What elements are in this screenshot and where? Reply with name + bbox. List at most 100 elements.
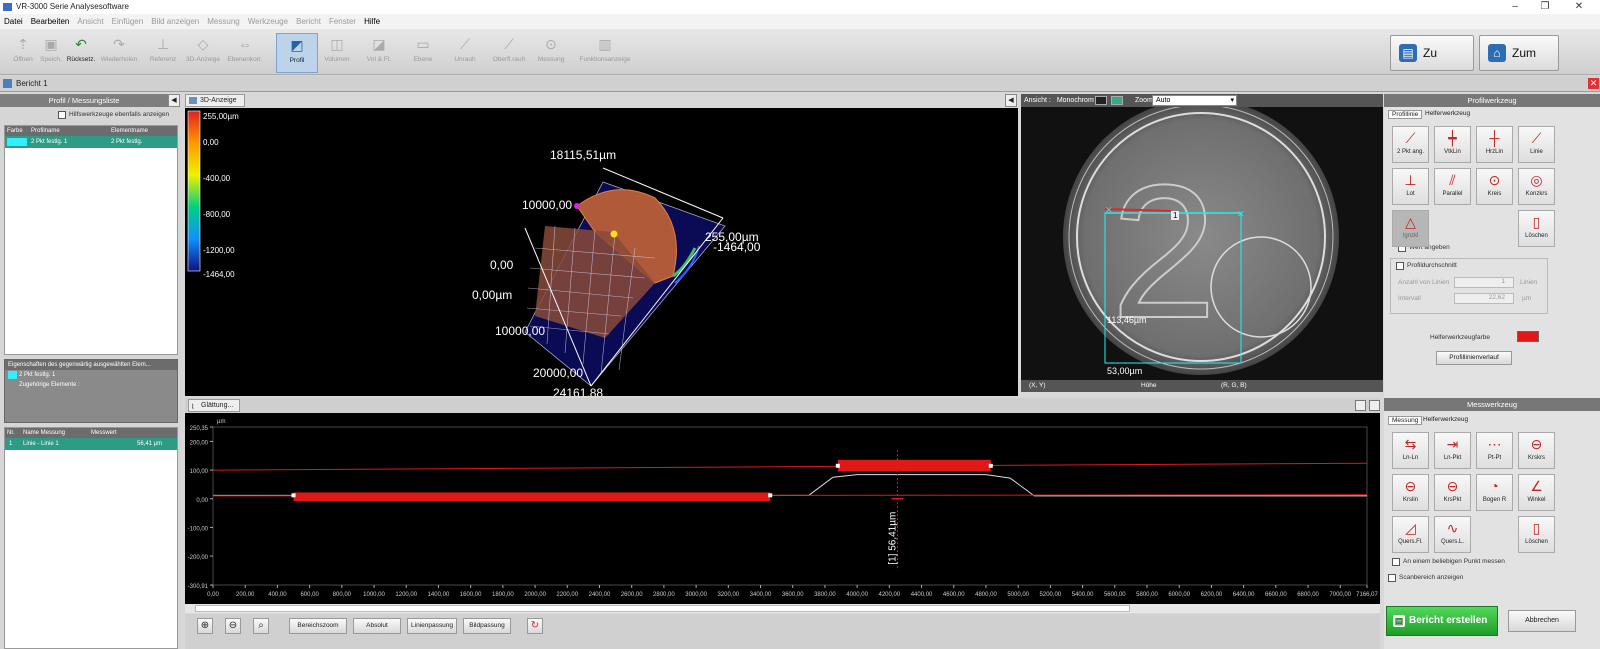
x-tick-label: 800,00 (333, 592, 352, 598)
zoom-fit-icon[interactable]: ⌕ (253, 618, 269, 634)
tool-quers-l-[interactable]: ∿ Quers.L. (1434, 516, 1471, 553)
tool-kreis[interactable]: ⊙ Kreis (1476, 168, 1513, 205)
anzahl-input[interactable]: 1 (1454, 277, 1514, 288)
zoom-in-icon[interactable]: ⊕ (197, 618, 213, 634)
menu-item-9[interactable]: Hilfe (360, 14, 384, 29)
tab-3d-anzeige[interactable]: 3D-Anzeige (185, 94, 245, 107)
tool-krslin[interactable]: ⊖ Krslin (1392, 474, 1429, 511)
toolbar-button-2[interactable]: ↶ Rücksetz. (62, 33, 100, 73)
toolbar-button-3[interactable]: ↷ Wiederholen (100, 33, 138, 73)
close-report-icon[interactable]: ✕ (1588, 78, 1599, 89)
tool-konzkrs[interactable]: ◎ Konzkrs (1518, 168, 1555, 205)
minimize-graph-icon[interactable] (1355, 400, 1366, 411)
toolbar-button-6[interactable]: ⇔ Ebenenkorr. (226, 33, 264, 73)
helper-color-swatch[interactable] (1517, 331, 1539, 342)
menu-item-5[interactable]: Messung (203, 14, 243, 29)
maximize-graph-icon[interactable] (1369, 400, 1380, 411)
tool-krskrs[interactable]: ⊖ Krskrs (1518, 432, 1555, 469)
menu-item-4[interactable]: Bild anzeigen (147, 14, 203, 29)
menu-item-0[interactable]: Datei (0, 14, 27, 29)
menu-item-3[interactable]: Einfügen (108, 14, 148, 29)
menu-item-7[interactable]: Bericht (292, 14, 325, 29)
tool-parallel[interactable]: ⫽ Parallel (1434, 168, 1471, 205)
zoom-out-icon[interactable]: ⊖ (225, 618, 241, 634)
tool-pt-pt[interactable]: ⋯ Pt-Pt (1476, 432, 1513, 469)
toolbar-button-13[interactable]: ⊙ Messung (532, 33, 570, 73)
tool-vtklin[interactable]: ┿ VtkLin (1434, 126, 1471, 163)
zu-viewer-button[interactable]: ▤Zu Viewer (1390, 35, 1474, 94)
toolbar-button-10[interactable]: ▭ Ebene (404, 33, 442, 73)
toolbar-label: Öffnen (13, 56, 33, 63)
tool-bogen-r[interactable]: ◔ Bogen R (1476, 474, 1513, 511)
tool-löschen[interactable]: ▯ Löschen (1518, 516, 1555, 553)
collapse-3d-icon[interactable]: ◀ (1005, 94, 1017, 107)
table-row[interactable]: 2 Pkt festlg. 1 2 Pkt festlg. (5, 136, 177, 148)
zum-menu-button[interactable]: ⌂Zum Menü (1479, 35, 1559, 94)
tool-löschen[interactable]: ▯ Löschen (1518, 210, 1555, 247)
tool-ignzkl[interactable]: △ Ignzkl (1392, 210, 1429, 247)
durchschnitt-checkbox[interactable] (1396, 262, 1404, 270)
toolbar-icon-11: ⟋ (460, 36, 470, 52)
2d-image-view[interactable]: 2 ✕ ✕ 1 113,46µm 53,00µm (1021, 107, 1383, 380)
tool-2-pkt-ang-[interactable]: ⟋ 2 Pkt ang. (1392, 126, 1429, 163)
zoom-select[interactable]: Auto ▾ (1152, 95, 1237, 106)
3d-view[interactable]: 255,00µm 0,00 -400,00 -800,00 -1200,00 -… (185, 108, 1018, 396)
tool-hrzlin[interactable]: ┼ HrzLin (1476, 126, 1513, 163)
properties-panel: Eigenschaften des gegenwärtig ausgewählt… (4, 359, 178, 423)
menu-item-8[interactable]: Fenster (325, 14, 360, 29)
toolbar-button-12[interactable]: ⟋ Oberfl.rauh (490, 33, 528, 73)
tool-winkel[interactable]: ∠ Winkel (1518, 474, 1555, 511)
scan-checkbox[interactable] (1388, 574, 1396, 582)
menu-item-2[interactable]: Ansicht (73, 14, 107, 29)
toolbar-button-9[interactable]: ◪ Vol & Fl. (360, 33, 398, 73)
tab-profillinie[interactable]: Profillinie (1388, 110, 1423, 119)
tool-linie[interactable]: ⟋ Linie (1518, 126, 1555, 163)
helper-tools-checkbox[interactable] (58, 111, 66, 119)
toolbar-button-5[interactable]: ◇ 3D-Anzeige (184, 33, 222, 73)
tool-lot[interactable]: ⊥ Lot (1392, 168, 1429, 205)
table-row[interactable]: 1 Linie - Linie 1 56,41 µm (5, 438, 177, 450)
measurement-table-header: Nr. Name Messung Messwert (5, 428, 177, 438)
close-window-button[interactable]: ✕ (1564, 0, 1594, 14)
tab-messung[interactable]: Messung (1388, 416, 1423, 425)
tab-helferwerkzeug[interactable]: Helferwerkzeug (1422, 110, 1473, 117)
color-view-icon[interactable] (1111, 96, 1123, 105)
maximize-button[interactable]: ❐ (1530, 0, 1560, 14)
abbrechen-button[interactable]: Abbrechen (1508, 610, 1576, 632)
tool-ln-ln[interactable]: ⇆ Ln-Ln (1392, 432, 1429, 469)
toolbar-icon-5: ◇ (197, 36, 209, 52)
toolbar-button-11[interactable]: ⟋ Unrauh (446, 33, 484, 73)
bericht-erstellen-button[interactable]: ▤ Bericht erstellen (1386, 606, 1498, 636)
color-scale-bar (187, 110, 201, 272)
absolut-button[interactable]: Absolut (353, 618, 401, 634)
horizontal-scrollbar[interactable] (185, 604, 1380, 613)
profile-graph[interactable]: 250,35 200,00 100,00 0,00 -100,00 -200,00 -300… (185, 413, 1380, 606)
toolbar-button-7[interactable]: ◩ Profil (276, 33, 318, 73)
tool-label: HrzLin (1485, 149, 1504, 155)
coin-image[interactable]: 2 ✕ ✕ (1021, 107, 1383, 380)
menu-item-6[interactable]: Werkzeuge (244, 14, 292, 29)
profillinienverlauf-button[interactable]: Profillinienverlauf (1436, 351, 1512, 365)
tool-ln-pkt[interactable]: ⇥ Ln-Pkt (1434, 432, 1471, 469)
bereichszoom-button[interactable]: Bereichszoom (289, 618, 347, 634)
profile-chart[interactable]: 250,35 200,00 100,00 0,00 -100,00 -200,00 -300… (185, 413, 1380, 606)
mono-view-icon[interactable] (1095, 96, 1107, 105)
menu-item-1[interactable]: Bearbeiten (27, 14, 74, 29)
toolbar-button-8[interactable]: ◫ Volumen (318, 33, 356, 73)
linienpassung-button[interactable]: Linienpassung (407, 618, 457, 634)
punkt-checkbox[interactable] (1392, 558, 1400, 566)
scrollbar-thumb[interactable] (195, 605, 1130, 612)
viewer-icon: ▤ (1399, 44, 1417, 62)
tool-krspkt[interactable]: ⊖ KrsPkt (1434, 474, 1471, 511)
intervall-input[interactable]: 22,62 (1454, 293, 1514, 304)
tab-helferwerkzeug-mess[interactable]: Helferwerkzeug (1420, 416, 1471, 423)
tab-bericht[interactable]: Bericht 1 (16, 79, 48, 88)
smoothing-button[interactable]: ⌇ Glättung... (188, 399, 240, 412)
refresh-icon[interactable]: ↻ (527, 618, 543, 634)
collapse-left-icon[interactable]: ◀ (168, 94, 180, 107)
bildpassung-button[interactable]: Bildpassung (463, 618, 511, 634)
tool-quers-fl-[interactable]: ◿ Quers.Fl. (1392, 516, 1429, 553)
minimize-button[interactable]: – (1500, 0, 1530, 14)
toolbar-button-14[interactable]: ▥ Funktionsanzeige (578, 33, 632, 73)
toolbar-button-4[interactable]: ⊥ Referenz (144, 33, 182, 73)
